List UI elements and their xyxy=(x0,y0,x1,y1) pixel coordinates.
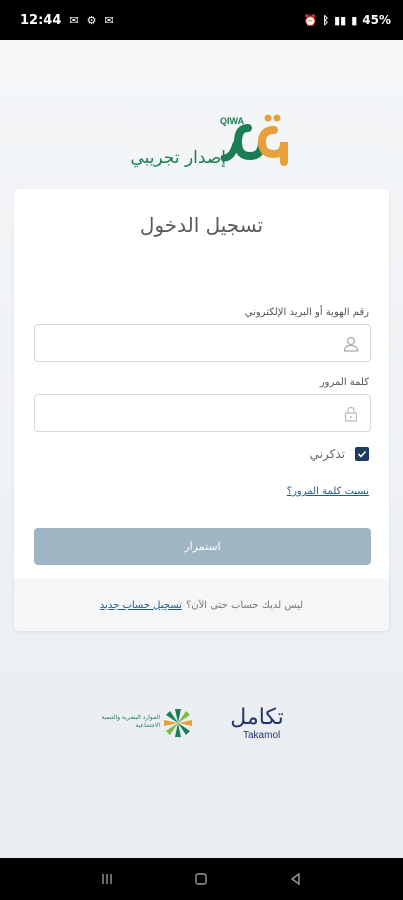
qiwa-latin-text: QIWA xyxy=(220,116,244,126)
remember-row: تذكرني xyxy=(310,447,369,461)
login-title: تسجيل الدخول xyxy=(139,213,264,237)
notification-icon-2: ⚙ xyxy=(86,13,97,27)
status-left: 12:44 ✉ ⚙ ✉ xyxy=(20,13,114,28)
password-label: كلمة المرور xyxy=(319,377,369,388)
id-field-box xyxy=(34,324,371,362)
signal-icon: ▮▮ xyxy=(334,13,347,27)
hrsd-emblem-icon xyxy=(164,709,192,737)
password-field-box xyxy=(34,394,371,432)
home-button[interactable] xyxy=(189,867,213,891)
takamol-logo: تكامل Takamol xyxy=(221,704,293,744)
notification-icon-3: ✉ xyxy=(104,13,114,27)
continue-button[interactable]: استمرار xyxy=(34,528,371,565)
recent-apps-icon xyxy=(102,874,112,884)
logo-subtitle: إصدار تجريبي xyxy=(130,148,226,168)
notification-icon: ✉ xyxy=(69,13,79,27)
no-account-text: ليس لديك حساب حتى الآن؟ xyxy=(185,599,304,611)
status-right: ⏰ ᛒ ▮▮ ▮ 45% xyxy=(304,13,391,27)
hrsd-text: الموارد البشرية والتنمية الاجتماعية xyxy=(101,714,160,729)
forgot-password-link[interactable]: نسيت كلمة المرور؟ xyxy=(287,486,369,497)
checkmark-icon xyxy=(357,450,367,458)
back-icon xyxy=(290,872,300,886)
remember-label: تذكرني xyxy=(309,447,345,461)
qiwa-logo: QIWA xyxy=(220,114,288,166)
register-link[interactable]: تسجيل حساب جديد xyxy=(100,600,182,611)
recent-apps-button[interactable] xyxy=(95,867,119,891)
status-bar: 12:44 ✉ ⚙ ✉ ⏰ ᛒ ▮▮ ▮ 45% xyxy=(0,0,403,40)
takamol-arabic: تكامل xyxy=(230,705,284,730)
home-icon xyxy=(195,873,208,885)
user-icon xyxy=(343,336,359,352)
battery-level: 45% xyxy=(362,13,391,27)
password-input[interactable] xyxy=(35,395,370,431)
login-card: تسجيل الدخول رقم الهوية أو البريد الإلكت… xyxy=(14,189,389,592)
takamol-english: Takamol xyxy=(243,730,281,741)
status-time: 12:44 xyxy=(20,12,62,28)
id-label: رقم الهوية أو البريد الإلكتروني xyxy=(244,307,369,318)
id-input[interactable] xyxy=(35,325,370,361)
bluetooth-icon: ᛒ xyxy=(322,13,330,27)
battery-icon: ▮ xyxy=(351,13,358,27)
alarm-icon: ⏰ xyxy=(303,13,318,27)
remember-checkbox[interactable] xyxy=(355,447,369,461)
lock-icon xyxy=(344,406,358,422)
hrsd-logo: الموارد البشرية والتنمية الاجتماعية xyxy=(100,706,198,740)
card-footer: ليس لديك حساب حتى الآن؟ تسجيل حساب جديد xyxy=(14,579,389,631)
system-nav-bar xyxy=(0,858,403,900)
back-button[interactable] xyxy=(284,867,308,891)
